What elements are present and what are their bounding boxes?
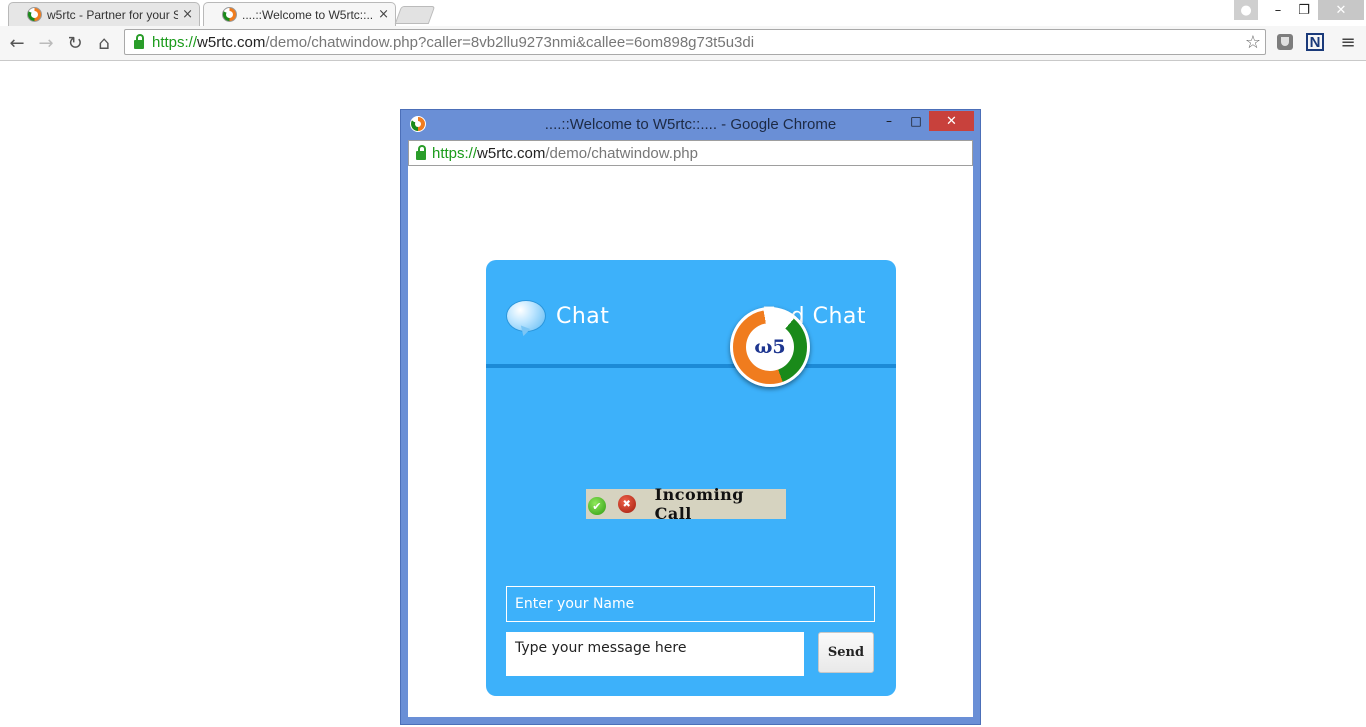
w5rtc-favicon-icon: [27, 7, 42, 22]
incoming-call-label: Incoming Call: [654, 485, 744, 523]
new-tab-button[interactable]: [394, 6, 436, 24]
url-scheme: https://: [152, 33, 198, 51]
close-tab-icon[interactable]: ×: [182, 7, 193, 22]
tab-label: ....::Welcome to W5rtc::....: [242, 7, 375, 22]
popup-address-url: https://w5rtc.com/demo/chatwindow.php: [432, 145, 698, 162]
browser-toolbar: ← → ↻ ⌂ https://w5rtc.com/demo/chatwindo…: [0, 26, 1366, 61]
url-host: w5rtc.com: [197, 33, 266, 51]
chat-title: Chat: [556, 304, 610, 329]
tab-welcome-w5rtc[interactable]: ....::Welcome to W5rtc::.... ×: [203, 2, 396, 26]
url-path: /demo/chatwindow.php: [545, 144, 698, 162]
popup-close-button[interactable]: ✕: [929, 111, 974, 131]
forward-arrow-icon[interactable]: →: [34, 31, 58, 55]
chat-bubble-icon: [506, 300, 546, 332]
tab-label: w5rtc - Partner for your Su: [47, 7, 179, 22]
shield-extension-icon[interactable]: [1275, 32, 1295, 52]
menu-icon[interactable]: ≡: [1338, 32, 1358, 53]
name-input[interactable]: [506, 586, 875, 622]
url-host: w5rtc.com: [477, 144, 546, 162]
close-window-button[interactable]: ✕: [1318, 0, 1364, 20]
url-scheme: https://: [432, 144, 478, 162]
popup-maximize-button[interactable]: □: [906, 111, 926, 131]
w5rtc-favicon-icon: [222, 7, 237, 22]
address-url[interactable]: https://w5rtc.com/demo/chatwindow.php?ca…: [152, 34, 754, 51]
send-button[interactable]: Send: [818, 632, 874, 673]
close-tab-icon[interactable]: ×: [378, 7, 389, 22]
popup-page: Chat End Chat ω5 ✔ ✖ Incoming Call Send: [408, 166, 973, 717]
restore-window-button[interactable]: ❐: [1292, 0, 1316, 20]
popup-titlebar[interactable]: ....::Welcome to W5rtc::.... - Google Ch…: [401, 110, 980, 140]
reload-icon[interactable]: ↻: [63, 31, 87, 55]
chat-popup-window: ....::Welcome to W5rtc::.... - Google Ch…: [400, 109, 981, 725]
chat-panel: Chat End Chat ω5 ✔ ✖ Incoming Call Send: [486, 260, 896, 696]
ninja-extension-icon[interactable]: N: [1306, 33, 1324, 51]
w5-logo-inner: ω5: [746, 323, 794, 371]
address-bar[interactable]: https://w5rtc.com/demo/chatwindow.php?ca…: [124, 29, 1266, 55]
logo-text: ω5: [754, 336, 786, 358]
popup-address-bar: https://w5rtc.com/demo/chatwindow.php: [408, 140, 973, 166]
url-path: /demo/chatwindow.php?caller=8vb2llu9273n…: [265, 33, 755, 51]
popup-minimize-button[interactable]: –: [879, 111, 899, 131]
back-arrow-icon[interactable]: ←: [5, 31, 29, 55]
lock-icon: [134, 33, 144, 49]
message-input[interactable]: [506, 632, 804, 676]
accept-call-icon[interactable]: ✔: [588, 497, 606, 515]
tab-w5rtc-partner[interactable]: w5rtc - Partner for your Su ×: [8, 2, 200, 26]
star-icon[interactable]: ☆: [1245, 32, 1261, 53]
minimize-window-button[interactable]: –: [1266, 0, 1290, 20]
incoming-call-bar: ✔ ✖ Incoming Call: [586, 485, 786, 523]
user-profile-icon[interactable]: ●: [1234, 0, 1258, 20]
tab-strip: w5rtc - Partner for your Su × ....::Welc…: [0, 0, 1366, 26]
reject-call-icon[interactable]: ✖: [617, 495, 636, 513]
w5-logo: ω5: [730, 307, 810, 387]
chat-header: Chat End Chat: [486, 260, 896, 368]
home-icon[interactable]: ⌂: [92, 31, 116, 55]
lock-icon: [416, 144, 426, 160]
